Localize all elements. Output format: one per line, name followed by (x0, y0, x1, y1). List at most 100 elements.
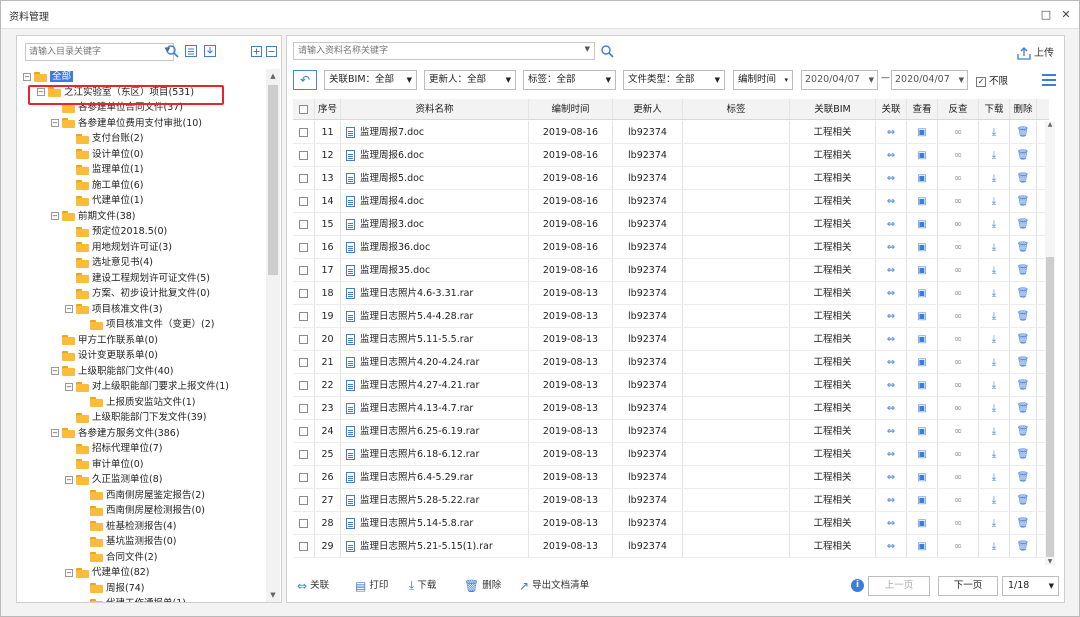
view-icon[interactable]: ▣ (917, 150, 926, 161)
reverse-lookup-icon[interactable]: ∞ (954, 196, 962, 207)
link-icon[interactable]: ⇔ (887, 380, 895, 391)
row-checkbox[interactable] (299, 335, 308, 344)
table-row[interactable]: 14 监理周报4.doc 2019-08-16 lb92374 工程相关 ⇔ ▣ ∞ ⤓ 🗑 (293, 190, 1049, 213)
table-row[interactable]: 17 监理周报35.doc 2019-08-16 lb92374 工程相关 ⇔ ▣ ∞ ⤓ 🗑 (293, 259, 1049, 282)
collapse-all-icon[interactable] (266, 46, 277, 57)
table-row[interactable]: 27 监理日志照片5.28-5.22.rar 2019-08-13 lb92374 工程… (293, 489, 1049, 512)
collapse-toggle-icon[interactable]: − (51, 429, 59, 437)
trash-icon[interactable]: 🗑 (1017, 265, 1030, 276)
tree-node[interactable]: 设计单位(0) (65, 147, 143, 162)
filetype-filter[interactable]: 文件类型：全部 ▼ (623, 70, 725, 90)
row-checkbox[interactable] (299, 151, 308, 160)
view-icon[interactable]: ▣ (917, 127, 926, 138)
download-icon[interactable]: ⤓ (992, 334, 996, 345)
collapse-toggle-icon[interactable]: − (51, 119, 59, 127)
view-icon[interactable]: ▣ (917, 541, 926, 552)
row-checkbox[interactable] (299, 197, 308, 206)
trash-icon[interactable]: 🗑 (1017, 357, 1030, 368)
table-row[interactable]: 25 监理日志照片6.18-6.12.rar 2019-08-13 lb92374 工程… (293, 443, 1049, 466)
file-name[interactable]: 监理周报35.doc (360, 265, 430, 276)
file-name[interactable]: 监理日志照片5.21-5.15(1).rar (360, 541, 493, 552)
row-checkbox[interactable] (299, 427, 308, 436)
tree-node[interactable]: 西南侧房屋鉴定报告(2) (79, 488, 205, 503)
date-to-input[interactable]: 2020/04/07 ▼ (891, 70, 968, 90)
link-icon[interactable]: ⇔ (887, 518, 895, 529)
view-icon[interactable]: ▣ (917, 265, 926, 276)
row-checkbox[interactable] (299, 266, 308, 275)
tree-node[interactable]: 用地规划许可证(3) (65, 240, 172, 255)
delete-button[interactable]: 🗑 删除 (464, 577, 501, 593)
trash-icon[interactable]: 🗑 (1017, 449, 1030, 460)
link-icon[interactable]: ⇔ (887, 127, 895, 138)
collapse-toggle-icon[interactable]: − (51, 212, 59, 220)
file-name[interactable]: 监理周报5.doc (360, 173, 424, 184)
tree-node[interactable]: 基坑监测报告(0) (79, 534, 176, 549)
row-checkbox[interactable] (299, 381, 308, 390)
file-name[interactable]: 监理日志照片5.28-5.22.rar (360, 495, 479, 506)
trash-icon[interactable]: 🗑 (1017, 173, 1030, 184)
view-icon[interactable]: ▣ (917, 242, 926, 253)
tree-node[interactable]: − 全部 (23, 69, 74, 84)
tree-node[interactable]: 项目核准文件（变更）(2) (79, 317, 214, 332)
row-checkbox[interactable] (299, 542, 308, 551)
collapse-toggle-icon[interactable]: − (23, 72, 31, 81)
tree-node[interactable]: 代建单位(1) (65, 193, 143, 208)
chevron-down-icon[interactable]: ▼ (585, 45, 590, 53)
prev-page-button[interactable]: 上一页 (868, 576, 930, 596)
tree-node[interactable]: 上级职能部门下发文件(39) (65, 410, 207, 425)
tree-node[interactable]: 支付台账(2) (65, 131, 143, 146)
file-name[interactable]: 监理周报7.doc (360, 127, 424, 138)
table-row[interactable]: 12 监理周报6.doc 2019-08-16 lb92374 工程相关 ⇔ ▣ ∞ ⤓ 🗑 (293, 144, 1049, 167)
upload-button[interactable]: 上传 (1017, 44, 1054, 60)
table-row[interactable]: 23 监理日志照片4.13-4.7.rar 2019-08-13 lb92374 工程相… (293, 397, 1049, 420)
scroll-up-arrow[interactable]: ▲ (1045, 121, 1055, 128)
list-icon[interactable] (184, 44, 198, 58)
file-name[interactable]: 监理日志照片5.11-5.5.rar (360, 334, 473, 345)
row-checkbox[interactable] (299, 519, 308, 528)
link-icon[interactable]: ⇔ (887, 472, 895, 483)
download-icon[interactable]: ⤓ (992, 127, 996, 138)
tree-node[interactable]: 设计变更联系单(0) (51, 348, 158, 363)
back-button[interactable]: ↶ (293, 70, 317, 90)
row-checkbox[interactable] (299, 289, 308, 298)
restore-button[interactable]: □ (1038, 7, 1054, 23)
trash-icon[interactable]: 🗑 (1017, 380, 1030, 391)
download-icon[interactable]: ⤓ (992, 357, 996, 368)
tree-node[interactable]: 方案、初步设计批复文件(0) (65, 286, 210, 301)
view-icon[interactable]: ▣ (917, 403, 926, 414)
file-name[interactable]: 监理周报3.doc (360, 219, 424, 230)
file-name[interactable]: 监理日志照片4.13-4.7.rar (360, 403, 473, 414)
reverse-lookup-icon[interactable]: ∞ (954, 380, 962, 391)
expand-all-icon[interactable] (251, 46, 262, 57)
reverse-lookup-icon[interactable]: ∞ (954, 127, 962, 138)
tree-node[interactable]: 施工单位(6) (65, 178, 143, 193)
table-row[interactable]: 19 监理日志照片5.4-4.28.rar 2019-08-13 lb92374 工程相… (293, 305, 1049, 328)
reverse-lookup-icon[interactable]: ∞ (954, 495, 962, 506)
view-icon[interactable]: ▣ (917, 495, 926, 506)
trash-icon[interactable]: 🗑 (1017, 518, 1030, 529)
link-icon[interactable]: ⇔ (887, 449, 895, 460)
tree-node[interactable]: − 对上级职能部门要求上报文件(1) (65, 379, 229, 394)
tree-node[interactable]: − 代建单位(82) (65, 565, 150, 580)
tree-node[interactable]: − 各参建单位费用支付审批(10) (51, 116, 202, 131)
trash-icon[interactable]: 🗑 (1017, 219, 1030, 230)
link-icon[interactable]: ⇔ (887, 357, 895, 368)
tree-scrollbar[interactable]: ▲ ▼ (266, 69, 280, 602)
row-checkbox[interactable] (299, 220, 308, 229)
file-name[interactable]: 监理周报4.doc (360, 196, 424, 207)
reverse-lookup-icon[interactable]: ∞ (954, 288, 962, 299)
tree-node[interactable]: 建设工程规划许可证文件(5) (65, 271, 210, 286)
link-icon[interactable]: ⇔ (887, 150, 895, 161)
link-icon[interactable]: ⇔ (887, 495, 895, 506)
row-checkbox[interactable] (299, 473, 308, 482)
next-page-button[interactable]: 下一页 (938, 576, 998, 596)
reverse-lookup-icon[interactable]: ∞ (954, 426, 962, 437)
link-button[interactable]: ⇔ 关联 (297, 577, 329, 593)
download-icon[interactable]: ⤓ (992, 265, 996, 276)
table-row[interactable]: 22 监理日志照片4.27-4.21.rar 2019-08-13 lb92374 工程… (293, 374, 1049, 397)
tree-node[interactable]: 审计单位(0) (65, 457, 143, 472)
tree-node[interactable]: 监理单位(1) (65, 162, 143, 177)
table-row[interactable]: 18 监理日志照片4.6-3.31.rar 2019-08-13 lb92374 工程相… (293, 282, 1049, 305)
view-icon[interactable]: ▣ (917, 334, 926, 345)
trash-icon[interactable]: 🗑 (1017, 472, 1030, 483)
